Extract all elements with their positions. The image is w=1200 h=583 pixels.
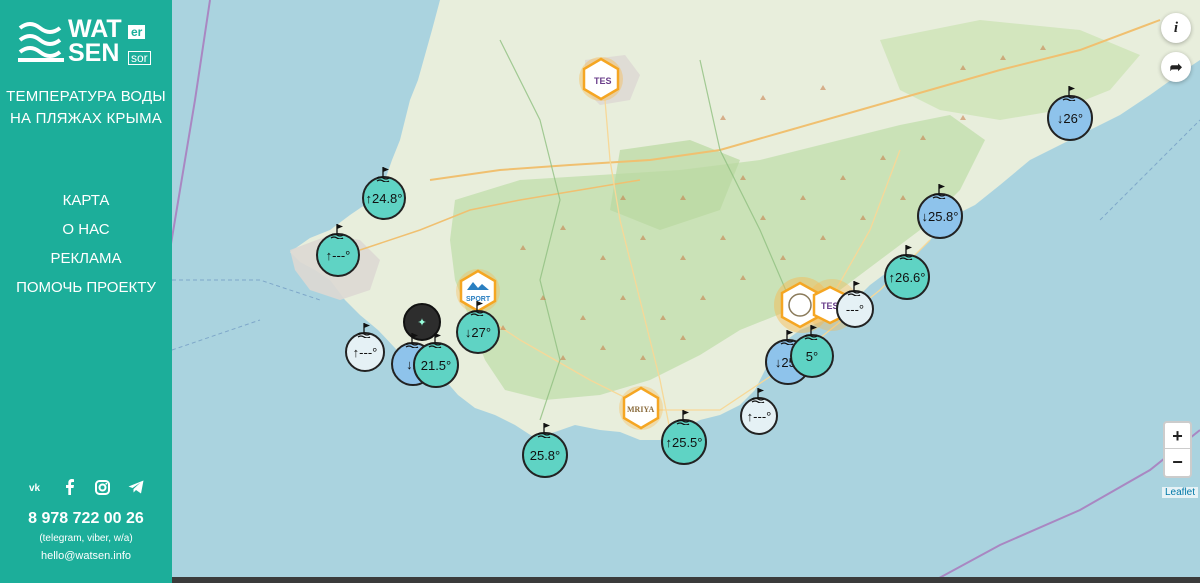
telegram-icon[interactable]	[127, 478, 145, 496]
temperature-value: ↓27°	[456, 310, 500, 354]
temperature-marker[interactable]: ↓27°	[456, 301, 500, 354]
info-button[interactable]: i	[1161, 13, 1191, 43]
svg-text:vk: vk	[29, 483, 41, 493]
beach-flag-icon	[428, 333, 442, 348]
nav-item-about[interactable]: О НАС	[0, 215, 172, 244]
site-title-line-2: НА ПЛЯЖАХ КРЫМА	[9, 110, 162, 127]
beach-flag-icon	[751, 388, 765, 403]
social-links: vk	[0, 478, 172, 496]
temperature-marker[interactable]: 21.5°	[413, 333, 459, 388]
temperature-value: 5°	[790, 334, 834, 378]
email-link[interactable]: hello@watsen.info	[0, 550, 172, 562]
temperature-value: ↓25.8°	[917, 193, 963, 239]
leaflet-attribution[interactable]: Leaflet	[1162, 487, 1199, 498]
share-icon: ➦	[1169, 59, 1183, 76]
temperature-value: 25.8°	[522, 432, 568, 478]
temperature-marker[interactable]: ---°	[836, 281, 874, 328]
beach-flag-icon	[537, 423, 551, 438]
vk-icon[interactable]: vk	[28, 478, 46, 496]
beach-flag-icon	[357, 323, 371, 338]
logo-text-er: er	[128, 25, 146, 39]
logo[interactable]: WAT er SEN sor	[16, 16, 156, 68]
nav-item-ads[interactable]: РЕКЛАМА	[0, 244, 172, 273]
beach-flag-icon	[330, 224, 344, 239]
beach-flag-icon	[676, 410, 690, 425]
zoom-in-button[interactable]: +	[1165, 423, 1190, 449]
hotel-marker-mriya[interactable]: MRIYA	[618, 385, 664, 431]
beach-flag-icon	[847, 281, 861, 296]
bottom-scrollbar[interactable]	[172, 577, 1200, 583]
temperature-marker[interactable]: ↑26.6°	[884, 245, 930, 300]
temperature-marker[interactable]: 25.8°	[522, 423, 568, 478]
hotel-label: TES	[594, 76, 612, 86]
beach-flag-icon	[899, 245, 913, 260]
temperature-value: ↑24.8°	[362, 176, 406, 220]
temperature-marker[interactable]: ↑---°	[740, 388, 778, 435]
nav-item-map[interactable]: КАРТА	[0, 186, 172, 215]
temperature-marker[interactable]: ↓25.8°	[917, 184, 963, 239]
share-button[interactable]: ➦	[1161, 52, 1191, 82]
logo-text-sor: sor	[128, 51, 151, 65]
temperature-value: ↓26°	[1047, 95, 1093, 141]
temperature-value: ↑26.6°	[884, 254, 930, 300]
phone-note: (telegram, viber, w/a)	[39, 533, 133, 544]
instagram-icon[interactable]	[94, 478, 112, 496]
info-icon: i	[1173, 19, 1179, 36]
temperature-value: ↑---°	[316, 233, 360, 277]
waves-logo-icon	[18, 22, 64, 62]
map[interactable]: TES SPORT MRIYA TES ✦ ↑24.8°↑---°↑---°↓2…	[0, 0, 1200, 583]
hotel-label: MRIYA	[627, 405, 654, 414]
main-nav: КАРТА О НАС РЕКЛАМА ПОМОЧЬ ПРОЕКТУ	[0, 186, 172, 302]
site-title-line-1: ТЕМПЕРАТУРА ВОДЫ	[6, 88, 166, 105]
beach-flag-icon	[932, 184, 946, 199]
phone-number[interactable]: 8 978 722 00 26	[0, 510, 172, 528]
temperature-value: ↑25.5°	[661, 419, 707, 465]
hotel-marker-tes-north[interactable]: TES	[578, 56, 624, 102]
site-title: ТЕМПЕРАТУРА ВОДЫ НА ПЛЯЖАХ КРЫМА	[0, 86, 172, 130]
temperature-marker[interactable]: ↑---°	[316, 224, 360, 277]
zoom-control: + −	[1163, 421, 1192, 478]
facebook-icon[interactable]	[61, 478, 79, 496]
temperature-value: 21.5°	[413, 342, 459, 388]
sidebar: WAT er SEN sor ТЕМПЕРАТУРА ВОДЫ НА ПЛЯЖА…	[0, 0, 172, 583]
beach-flag-icon	[376, 167, 390, 182]
beach-flag-icon	[804, 325, 818, 340]
zoom-out-button[interactable]: −	[1165, 449, 1190, 475]
temperature-marker[interactable]: ↑---°	[345, 323, 385, 372]
temperature-marker[interactable]: 5°	[790, 325, 834, 378]
temperature-value: ↑---°	[345, 332, 385, 372]
temperature-marker[interactable]: ↑25.5°	[661, 410, 707, 465]
logo-text-sen: SEN	[68, 39, 120, 67]
nav-item-donate[interactable]: ПОМОЧЬ ПРОЕКТУ	[0, 273, 172, 302]
temperature-marker[interactable]: ↓26°	[1047, 86, 1093, 141]
beach-flag-icon	[1062, 86, 1076, 101]
beach-flag-icon	[470, 301, 484, 316]
temperature-marker[interactable]: ↑24.8°	[362, 167, 406, 220]
